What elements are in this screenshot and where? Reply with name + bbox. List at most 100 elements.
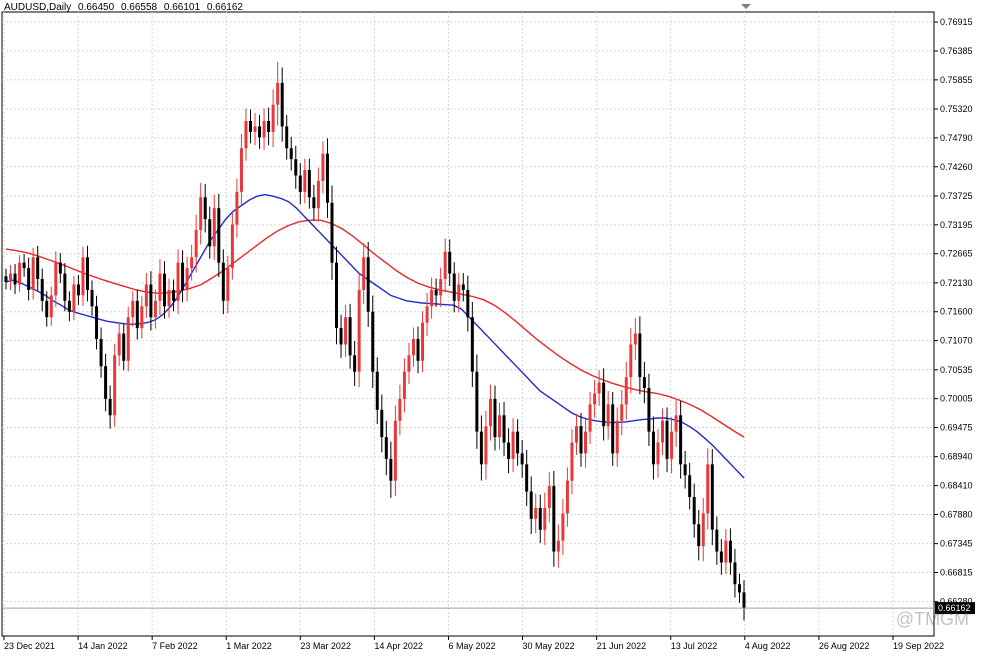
candle-body [27,268,31,290]
candle-body [389,458,393,481]
candle-body [443,251,447,280]
candle-body [520,453,524,465]
candle-body [516,431,520,454]
candle-body [126,317,130,361]
candle-body [457,284,461,301]
candle-body [633,333,637,345]
candle-body [674,415,678,432]
candle-body [248,120,252,132]
candle-body [45,300,49,318]
candle-body [434,289,438,296]
candle-body [620,404,624,421]
candle-body [742,592,746,609]
candle-body [172,289,176,301]
candle-body [602,382,606,427]
candle-body [203,197,207,220]
candle-body [244,120,248,149]
candle-body [606,404,610,427]
candle-body [271,104,275,132]
candle-body [90,289,94,307]
candle-body [276,82,280,105]
candle-body [63,273,67,301]
candle-body [99,338,103,367]
candle-body [719,551,723,563]
candle-body [104,366,108,399]
candle-body [335,262,339,329]
candle-body [357,289,361,372]
candle-body [144,284,148,307]
candle-body [597,382,601,394]
candle-body [425,306,429,323]
y-tick-label: 0.76915 [940,17,973,27]
candle-body [647,388,651,432]
low-value: 0.66101 [163,2,201,13]
y-tick-label: 0.68410 [940,481,973,491]
candle-body [13,273,17,285]
candle-body [710,464,714,530]
candle-body [529,491,533,519]
candle-body [737,584,741,593]
candle-body [371,311,375,372]
candle-body [439,279,443,296]
candle-body [552,486,556,552]
x-tick-label: 14 Jan 2022 [78,641,128,651]
candle-body [393,420,397,481]
candle-body [307,170,311,198]
x-tick-label: 4 Aug 2022 [745,641,791,651]
candle-body [221,262,225,301]
candle-body [208,219,212,247]
y-tick-label: 0.72130 [940,278,973,288]
x-tick-label: 14 Apr 2022 [374,641,423,651]
candle-body [67,300,71,312]
candle-body [561,513,565,541]
y-tick-label: 0.76385 [940,46,973,56]
candle-body [226,268,230,301]
candle-body [398,398,402,421]
candle-body [344,317,348,345]
candle-body [421,322,425,361]
symbol-label: AUDUSD,Daily [4,2,72,13]
candle-body [135,300,139,329]
y-tick-label: 0.66815 [940,568,973,578]
candle-body [679,415,683,465]
candle-body [113,355,117,416]
candle-body [167,289,171,307]
candle-body [565,480,569,514]
candle-body [330,202,334,263]
candle-body [316,180,320,209]
candle-body [688,475,692,498]
candle-body [285,126,289,149]
candle-body [22,262,26,269]
x-tick-label: 30 May 2022 [523,641,575,651]
y-tick-label: 0.67880 [940,509,973,519]
y-tick-label: 0.74790 [940,133,973,143]
y-tick-label: 0.72665 [940,249,973,259]
price-chart[interactable]: 0.76915 0.76385 0.75855 0.75320 0.74790 0.742… [0,0,981,656]
candle-body [588,404,592,432]
y-tick-label: 0.67345 [940,539,973,549]
candle-body [638,333,642,378]
x-tick-label: 26 Aug 2022 [819,641,870,651]
candle-body [547,486,551,508]
candle-body [384,437,388,459]
candle-body [321,153,325,181]
y-tick-label: 0.73725 [940,191,973,201]
candle-body [122,333,126,361]
y-tick-label: 0.71600 [940,307,973,317]
candle-body [470,317,474,372]
y-tick-label: 0.71070 [940,336,973,346]
x-tick-label: 23 Mar 2022 [300,641,351,651]
candle-body [199,197,203,230]
chart-canvas[interactable]: 0.76915 0.76385 0.75855 0.75320 0.74790 0.742… [0,0,981,656]
ma-fast-line [5,193,745,479]
candle-body [706,464,710,514]
candle-body [466,289,470,318]
candle-body [108,398,112,416]
candle-body [4,276,8,282]
candle-body [280,82,284,127]
candle-body [697,524,701,547]
candle-body [185,268,189,290]
candle-body [724,540,728,563]
x-tick-label: 13 Jul 2022 [671,641,718,651]
candle-body [484,426,488,465]
